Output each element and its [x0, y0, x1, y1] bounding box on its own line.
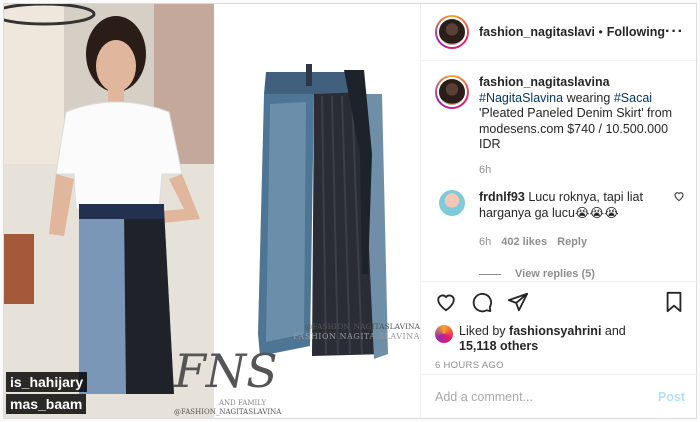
view-replies-label[interactable]: View replies (5) — [515, 267, 595, 282]
hashtag-link[interactable]: #NagitaSlavina — [479, 91, 563, 105]
liked-user[interactable]: fashionsyahrini — [509, 324, 601, 338]
watermark-brand: FASHION NAGITA SLAVINA — [293, 332, 420, 341]
share-icon[interactable] — [507, 291, 529, 316]
liked-prefix: Liked by — [459, 324, 510, 338]
liked-text: Liked by fashionsyahrini and 15,118 othe… — [459, 324, 626, 354]
hashtag-link[interactable]: #Sacai — [614, 91, 652, 105]
avatar[interactable] — [435, 15, 469, 49]
liked-and: and — [604, 324, 626, 338]
comment-input[interactable] — [435, 389, 658, 404]
header-username[interactable]: fashion_nagitaslavina — [479, 25, 594, 39]
comment-avatar[interactable] — [439, 190, 465, 216]
watermark-monogram: FNS — [174, 344, 278, 398]
heart-icon[interactable] — [435, 291, 457, 316]
post-media[interactable]: is_hahijary mas_baam @FASHION_NAGITASLAV… — [4, 4, 420, 418]
post-button[interactable]: Post — [658, 390, 685, 404]
post-header: fashion_nagitaslavina • Following ··· — [421, 4, 698, 61]
user-tag[interactable]: mas_baam — [6, 394, 87, 414]
caption-wearing: wearing — [563, 90, 614, 105]
caption-body: 'Pleated Paneled Denim Skirt' from modes… — [479, 106, 673, 151]
comment-meta: 6h 402 likes Reply — [479, 235, 669, 251]
product-photo: @FASHION_NAGITASLAVINA FASHION NAGITA SL… — [174, 4, 420, 418]
comment-body: frdnlf93 Lucu roknya, tapi liat harganya… — [479, 190, 669, 281]
reply-button[interactable]: Reply — [557, 235, 587, 251]
watermark-handle: @FASHION_NAGITASLAVINA — [304, 322, 420, 331]
liked-by: Liked by fashionsyahrini and 15,118 othe… — [421, 324, 699, 354]
comment: frdnlf93 Lucu roknya, tapi liat harganya… — [421, 178, 699, 281]
caption-avatar[interactable] — [435, 75, 469, 109]
header-separator: • — [598, 25, 603, 39]
ellipsis-icon[interactable]: ··· — [665, 23, 684, 41]
caption-time: 6h — [479, 163, 492, 176]
comment-likes[interactable]: 402 likes — [501, 235, 547, 251]
comment-username[interactable]: frdnlf93 — [479, 190, 525, 204]
action-bar — [421, 282, 699, 324]
caption-username[interactable]: fashion_nagitaslavina — [479, 75, 610, 89]
liked-others[interactable]: 15,118 others — [459, 339, 538, 353]
caption-text: fashion_nagitaslavina #NagitaSlavina wea… — [479, 75, 685, 178]
view-replies-button[interactable]: View replies (5) — [479, 267, 669, 282]
add-comment-bar: Post — [421, 374, 699, 418]
post-actions: Liked by fashionsyahrini and 15,118 othe… — [421, 281, 699, 371]
comment-icon[interactable] — [471, 291, 493, 316]
caption: fashion_nagitaslavina #NagitaSlavina wea… — [421, 61, 699, 178]
post-card: is_hahijary mas_baam @FASHION_NAGITASLAV… — [3, 3, 699, 419]
watermark-family: AND FAMILY — [219, 399, 267, 407]
following-button[interactable]: Following — [607, 25, 665, 39]
comment-time: 6h — [479, 236, 492, 248]
bookmark-icon[interactable] — [663, 291, 685, 316]
user-tag[interactable]: is_hahijary — [6, 372, 88, 392]
comments-scroll[interactable]: fashion_nagitaslavina #NagitaSlavina wea… — [421, 61, 699, 281]
post-timestamp[interactable]: 6 HOURS AGO — [421, 354, 699, 371]
comment-like-icon[interactable] — [673, 190, 685, 281]
liked-avatar[interactable] — [435, 325, 453, 343]
watermark-handle-bottom: @FASHION_NAGITASLAVINA — [174, 408, 282, 416]
replies-line — [479, 273, 501, 275]
post-details: fashion_nagitaslavina • Following ··· fa… — [420, 4, 699, 418]
